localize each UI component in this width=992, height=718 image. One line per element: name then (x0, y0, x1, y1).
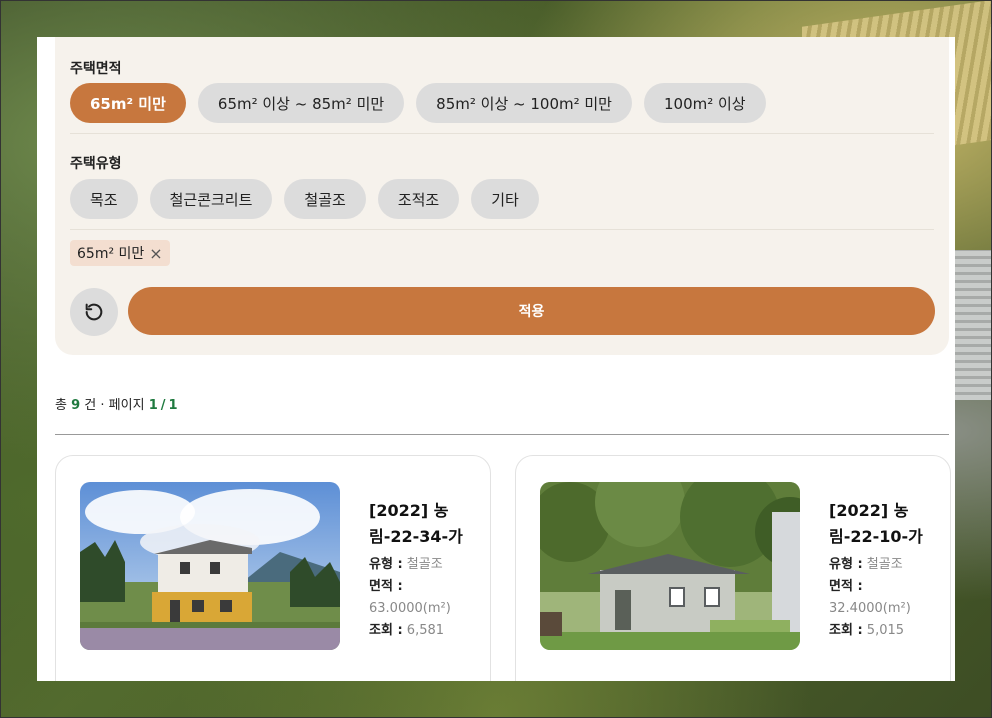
chip-type-masonry[interactable]: 조적조 (377, 179, 460, 219)
house-title[interactable]: [2022] 농림-22-10-가 (829, 498, 939, 550)
page-current: 1 (148, 398, 158, 413)
chip-area-85-100[interactable]: 85m² 이상 ~ 100m² 미만 (416, 83, 632, 123)
rotate-ccw-icon (85, 303, 103, 321)
chip-type-other[interactable]: 기타 (471, 179, 539, 219)
result-count: 총 9 건 · 페이지 1/1 (55, 394, 178, 413)
type-value: 철골조 (406, 557, 443, 572)
house-title[interactable]: [2022] 농림-22-34-가 (369, 498, 479, 550)
chip-type-steel[interactable]: 철골조 (284, 179, 366, 219)
house-info: [2022] 농림-22-10-가 유형 : 철골조 면적 : 32.4000(… (829, 498, 939, 642)
area-filter-chips: 65m² 미만 65m² 이상 ~ 85m² 미만 85m² 이상 ~ 100m… (70, 83, 766, 123)
views-label: 조회 : (829, 623, 863, 638)
active-filter-tag-label: 65m² 미만 (77, 246, 145, 262)
area-value: 32.4000(m²) (829, 601, 911, 616)
background-wall (952, 250, 992, 400)
reset-button[interactable] (70, 288, 118, 336)
result-unit: 건 · 페이지 (84, 398, 145, 413)
result-prefix: 총 (55, 398, 67, 413)
chip-area-65-85[interactable]: 65m² 이상 ~ 85m² 미만 (197, 83, 405, 123)
area-value: 63.0000(m²) (369, 601, 451, 616)
page-separator: / (160, 398, 166, 413)
house-thumbnail[interactable] (540, 482, 800, 650)
chip-area-over-100[interactable]: 100m² 이상 (643, 83, 766, 123)
result-total: 9 (71, 398, 81, 413)
type-filter-chips: 목조 철근콘크리트 철골조 조적조 기타 (70, 179, 539, 219)
results-divider (55, 434, 949, 435)
area-label: 면적 : (829, 579, 863, 594)
chip-area-under-65[interactable]: 65m² 미만 (70, 83, 186, 123)
house-meta: 유형 : 철골조 면적 : 32.4000(m²) 조회 : 5,015 (829, 554, 939, 642)
divider (70, 229, 934, 230)
house-card[interactable]: [2022] 농림-22-10-가 유형 : 철골조 면적 : 32.4000(… (515, 455, 951, 681)
views-value: 5,015 (866, 623, 905, 638)
views-value: 6,581 (406, 623, 445, 638)
active-filter-tag: 65m² 미만 × (70, 240, 170, 266)
type-filter-title: 주택유형 (70, 156, 122, 172)
house-info: [2022] 농림-22-34-가 유형 : 철골조 면적 : 63.0000(… (369, 498, 479, 642)
house-meta: 유형 : 철골조 면적 : 63.0000(m²) 조회 : 6,581 (369, 554, 479, 642)
type-label: 유형 : (369, 557, 403, 572)
area-filter-title: 주택면적 (70, 61, 122, 77)
apply-button[interactable]: 적용 (128, 287, 935, 335)
house-thumbnail[interactable] (80, 482, 340, 650)
house-card[interactable]: [2022] 농림-22-34-가 유형 : 철골조 면적 : 63.0000(… (55, 455, 491, 681)
house-image (80, 482, 340, 650)
chip-type-wood[interactable]: 목조 (70, 179, 138, 219)
views-label: 조회 : (369, 623, 403, 638)
chip-type-reinforced-concrete[interactable]: 철근콘크리트 (149, 179, 273, 219)
filter-box: 주택면적 65m² 미만 65m² 이상 ~ 85m² 미만 85m² 이상 ~… (55, 37, 949, 355)
close-icon[interactable]: × (149, 244, 162, 263)
type-label: 유형 : (829, 557, 863, 572)
type-value: 철골조 (866, 557, 903, 572)
house-image (540, 482, 800, 650)
divider (70, 133, 934, 134)
area-label: 면적 : (369, 579, 403, 594)
filter-panel: 주택면적 65m² 미만 65m² 이상 ~ 85m² 미만 85m² 이상 ~… (37, 37, 955, 681)
page-total: 1 (168, 398, 178, 413)
